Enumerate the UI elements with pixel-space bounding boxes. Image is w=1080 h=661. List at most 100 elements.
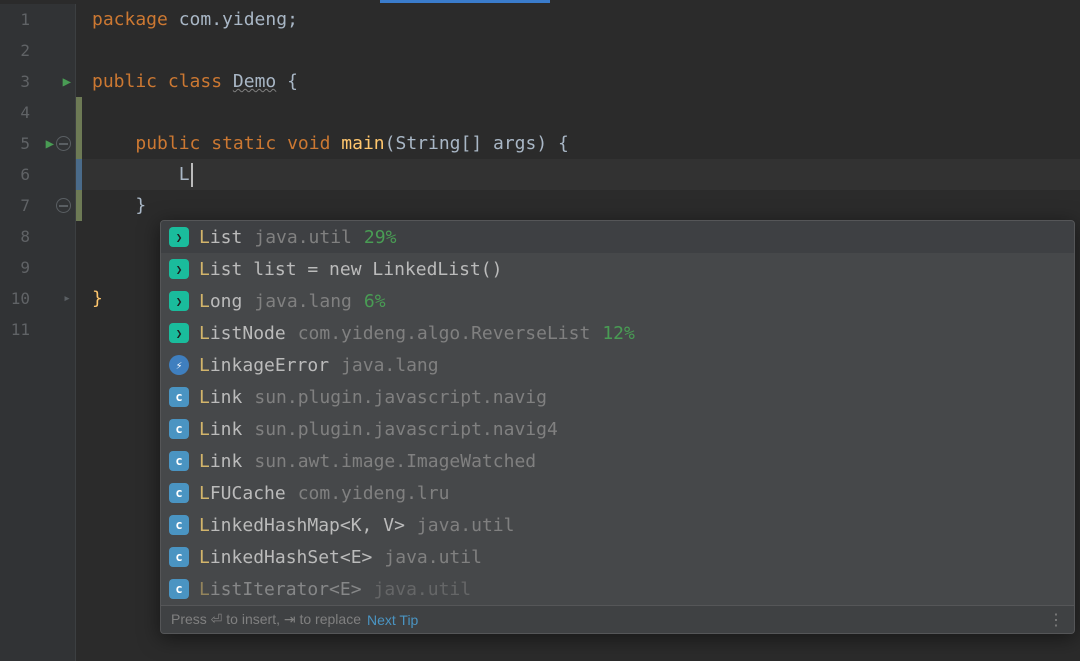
- line-number: 5: [0, 134, 30, 153]
- completion-package: java.util: [254, 227, 352, 248]
- class-icon: c: [169, 483, 189, 503]
- class-icon: c: [169, 579, 189, 599]
- gutter-row[interactable]: 2: [0, 35, 75, 66]
- gutter-row[interactable]: 7: [0, 190, 75, 221]
- class-icon: c: [169, 451, 189, 471]
- gutter-row[interactable]: 8: [0, 221, 75, 252]
- gutter-row[interactable]: 6: [0, 159, 75, 190]
- completion-item[interactable]: ❯ List java.util 29%: [161, 221, 1074, 253]
- class-icon: c: [169, 387, 189, 407]
- completion-relevance: 12%: [602, 323, 635, 344]
- code-line[interactable]: public static void main(String[] args) {: [92, 128, 1080, 159]
- completion-relevance: 29%: [364, 227, 397, 248]
- completion-item[interactable]: cLinksun.plugin.javascript.navig: [161, 381, 1074, 413]
- code-line[interactable]: }: [92, 190, 1080, 221]
- code-text: com.yideng;: [168, 9, 298, 30]
- completion-package: java.lang: [341, 355, 439, 376]
- run-icon[interactable]: ▶: [46, 136, 54, 152]
- gutter-icons: ▶: [30, 136, 75, 152]
- code-line[interactable]: package com.yideng;: [92, 4, 1080, 35]
- suggestion-icon: ❯: [169, 227, 189, 247]
- brace: }: [92, 288, 103, 309]
- gutter-row[interactable]: 11: [0, 314, 75, 345]
- completion-item[interactable]: cLinkedHashSet<E>java.util: [161, 541, 1074, 573]
- gutter-row[interactable]: 9: [0, 252, 75, 283]
- next-tip-link[interactable]: Next Tip: [367, 612, 418, 628]
- gutter-row[interactable]: 3▶: [0, 66, 75, 97]
- completion-package: java.lang: [254, 291, 352, 312]
- gutter-icons: [30, 198, 75, 213]
- keyword: package: [92, 9, 168, 30]
- completion-label: ListNode: [199, 323, 286, 344]
- bolt-icon: ⚡: [169, 355, 189, 375]
- completion-item[interactable]: c ListIterator<E> java.util: [161, 573, 1074, 605]
- fold-icon[interactable]: ▸: [63, 291, 71, 306]
- line-number: 4: [0, 103, 30, 122]
- completion-label: ListIterator<E>: [199, 579, 362, 600]
- text-caret: [191, 163, 193, 187]
- gutter-icons: ▶: [30, 74, 75, 90]
- gutter-row[interactable]: 5▶: [0, 128, 75, 159]
- class-icon: c: [169, 547, 189, 567]
- method-name: main: [341, 133, 384, 154]
- completion-package: sun.plugin.javascript.navig4: [254, 419, 557, 440]
- completion-label: Link: [199, 451, 242, 472]
- active-tab-indicator: [380, 0, 550, 3]
- completion-item[interactable]: cLinkedHashMap<K, V>java.util: [161, 509, 1074, 541]
- keyword: public: [135, 133, 200, 154]
- keyword: static: [200, 133, 276, 154]
- typed-text: L: [179, 164, 190, 185]
- completion-item[interactable]: cLinksun.awt.image.ImageWatched: [161, 445, 1074, 477]
- completion-label: Long: [199, 291, 242, 312]
- completion-label: LinkageError: [199, 355, 329, 376]
- code-text: {: [276, 71, 298, 92]
- line-number: 6: [0, 165, 30, 184]
- class-icon: c: [169, 515, 189, 535]
- indent: [92, 195, 135, 216]
- popup-hint: Press ⏎ to insert, ⇥ to replace: [171, 611, 361, 628]
- completion-package: java.util: [384, 547, 482, 568]
- brace: }: [135, 195, 146, 216]
- completion-item[interactable]: ❯Longjava.lang6%: [161, 285, 1074, 317]
- code-line[interactable]: public class Demo {: [92, 66, 1080, 97]
- suggestion-icon: ❯: [169, 291, 189, 311]
- completion-label: List: [199, 227, 242, 248]
- suggestion-icon: ❯: [169, 259, 189, 279]
- line-number: 11: [0, 320, 30, 339]
- completion-package: java.util: [374, 579, 472, 600]
- popup-footer: Press ⏎ to insert, ⇥ to replace Next Tip…: [161, 605, 1074, 633]
- completion-item[interactable]: ❯ List list = new LinkedList(): [161, 253, 1074, 285]
- completion-item[interactable]: cLinksun.plugin.javascript.navig4: [161, 413, 1074, 445]
- completion-package: com.yideng.lru: [298, 483, 450, 504]
- suggestion-icon: ❯: [169, 323, 189, 343]
- line-number: 2: [0, 41, 30, 60]
- code-text: (String[] args) {: [385, 133, 569, 154]
- completion-item[interactable]: cLFUCachecom.yideng.lru: [161, 477, 1074, 509]
- code-line-current[interactable]: L: [82, 159, 1080, 190]
- fold-icon[interactable]: [56, 198, 71, 213]
- completion-label: List list = new LinkedList(): [199, 259, 502, 280]
- editor-gutter[interactable]: 123▶45▶678910▸11: [0, 4, 76, 661]
- completion-item[interactable]: ❯ ListNode com.yideng.algo.ReverseList 12%: [161, 317, 1074, 349]
- line-number: 9: [0, 258, 30, 277]
- completion-item[interactable]: ⚡ LinkageError java.lang: [161, 349, 1074, 381]
- fold-icon[interactable]: [56, 136, 71, 151]
- line-number: 8: [0, 227, 30, 246]
- completion-package: java.util: [417, 515, 515, 536]
- keyword: class: [157, 71, 233, 92]
- completion-label: Link: [199, 387, 242, 408]
- completion-package: com.yideng.algo.ReverseList: [298, 323, 591, 344]
- line-number: 3: [0, 72, 30, 91]
- class-icon: c: [169, 419, 189, 439]
- gutter-row[interactable]: 10 ▸: [0, 283, 75, 314]
- keyword: public: [92, 71, 157, 92]
- class-name: Demo: [233, 71, 276, 92]
- line-number: 10: [0, 289, 30, 308]
- run-icon[interactable]: ▶: [63, 74, 71, 90]
- gutter-row[interactable]: 4: [0, 97, 75, 128]
- more-icon[interactable]: ⋮: [1048, 610, 1064, 630]
- indent: [92, 164, 179, 185]
- keyword: void: [276, 133, 341, 154]
- line-number: 7: [0, 196, 30, 215]
- gutter-row[interactable]: 1: [0, 4, 75, 35]
